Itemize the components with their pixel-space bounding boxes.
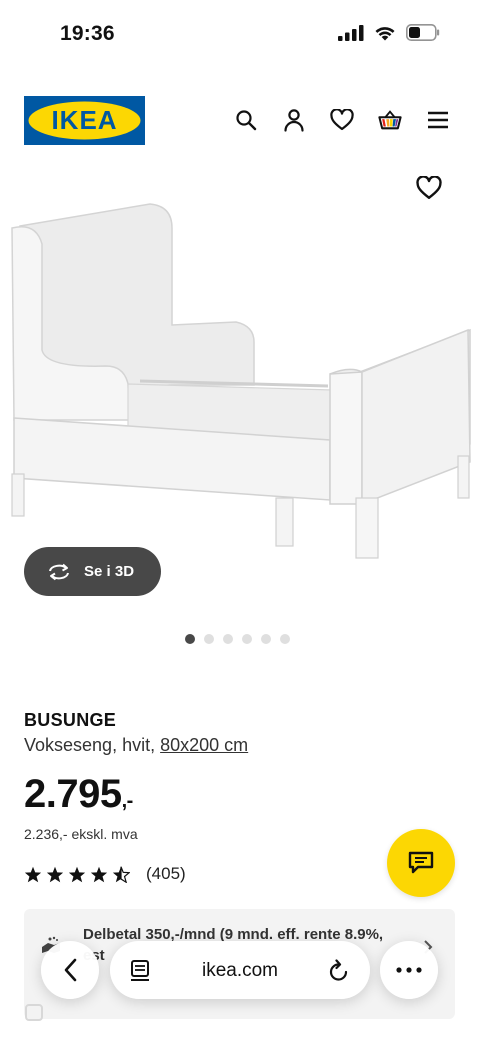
- pagination-dot[interactable]: [242, 634, 252, 644]
- add-to-favourites-icon[interactable]: [416, 175, 442, 202]
- browser-more-button[interactable]: [380, 941, 438, 999]
- battery-icon: [406, 24, 440, 41]
- product-rating[interactable]: (405): [24, 864, 186, 884]
- product-type: Vokseseng, hvit,: [24, 735, 156, 755]
- gallery-pagination: [0, 634, 480, 644]
- star-icon: [68, 866, 86, 882]
- star-icon: [46, 866, 64, 882]
- search-icon[interactable]: [234, 108, 258, 132]
- product-name: BUSUNGE: [24, 710, 117, 730]
- reload-icon[interactable]: [328, 959, 350, 983]
- product-description: Vokseseng, hvit, 80x200 cm: [24, 735, 248, 756]
- browser-back-button[interactable]: [41, 941, 99, 999]
- product-size-link[interactable]: 80x200 cm: [160, 735, 248, 755]
- star-icon: [90, 866, 108, 882]
- pagination-dot[interactable]: [280, 634, 290, 644]
- status-time: 19:36: [60, 22, 115, 45]
- view-in-3d-button[interactable]: Se i 3D: [24, 547, 161, 596]
- more-icon: [396, 967, 422, 973]
- pagination-dot[interactable]: [261, 634, 271, 644]
- header-icons: [234, 108, 450, 132]
- menu-icon[interactable]: [426, 108, 450, 132]
- price-excluding-vat: 2.236,- ekskl. mva: [24, 826, 138, 842]
- faded-bottom-row: [24, 1002, 44, 1022]
- heart-icon[interactable]: [330, 108, 354, 132]
- price-suffix: ,-: [121, 790, 134, 812]
- store-icon: [25, 1004, 43, 1021]
- logo-text: IKEA: [51, 105, 117, 135]
- rotate-3d-icon: [49, 563, 69, 580]
- review-count: (405): [146, 864, 186, 883]
- chat-button[interactable]: [387, 829, 455, 897]
- wifi-icon: [375, 26, 395, 40]
- pagination-dot[interactable]: [223, 634, 233, 644]
- ikea-logo[interactable]: IKEA: [24, 96, 145, 145]
- chat-icon: [408, 851, 434, 874]
- browser-toolbar: ikea.com: [0, 938, 480, 1004]
- price-value: 2.795: [24, 772, 122, 816]
- chevron-left-icon: [64, 958, 77, 982]
- cellular-signal-icon: [338, 24, 364, 41]
- site-header: IKEA: [0, 96, 480, 146]
- rating-stars: [24, 866, 130, 883]
- address-bar[interactable]: ikea.com: [110, 941, 370, 999]
- product-image[interactable]: [0, 170, 480, 570]
- star-icon: [24, 866, 42, 882]
- status-bar: 19:36: [0, 0, 480, 72]
- account-icon[interactable]: [282, 108, 306, 132]
- pagination-dot[interactable]: [204, 634, 214, 644]
- pagination-dot-active[interactable]: [185, 634, 195, 644]
- status-icons: [338, 24, 440, 41]
- view-in-3d-label: Se i 3D: [84, 563, 135, 580]
- product-price: 2.795,-: [24, 772, 133, 817]
- star-half-icon: [112, 866, 130, 883]
- basket-icon[interactable]: [378, 108, 402, 132]
